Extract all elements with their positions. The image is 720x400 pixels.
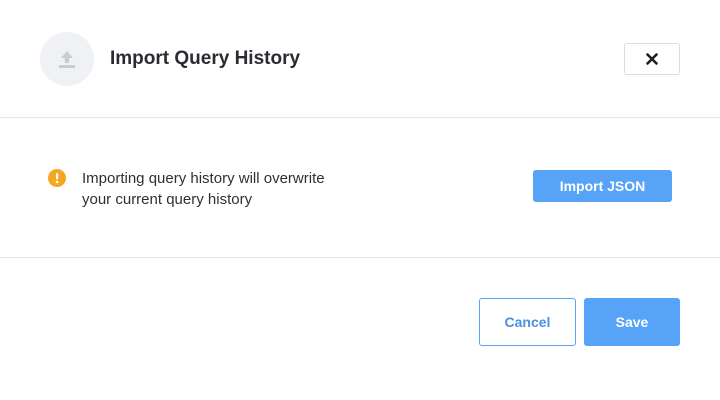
dialog-header: Import Query History xyxy=(0,0,720,118)
save-button[interactable]: Save xyxy=(584,298,680,346)
import-json-button[interactable]: Import JSON xyxy=(533,170,672,202)
warning-message: Importing query history will overwrite y… xyxy=(82,170,325,208)
close-icon xyxy=(646,53,658,65)
warning-icon xyxy=(48,169,66,187)
close-button[interactable] xyxy=(624,43,680,75)
dialog-body: Importing query history will overwrite y… xyxy=(0,118,720,258)
import-query-history-dialog: Import Query History Importing query his… xyxy=(0,0,720,400)
upload-icon xyxy=(40,32,94,86)
dialog-title: Import Query History xyxy=(110,48,301,69)
cancel-button[interactable]: Cancel xyxy=(479,298,576,346)
